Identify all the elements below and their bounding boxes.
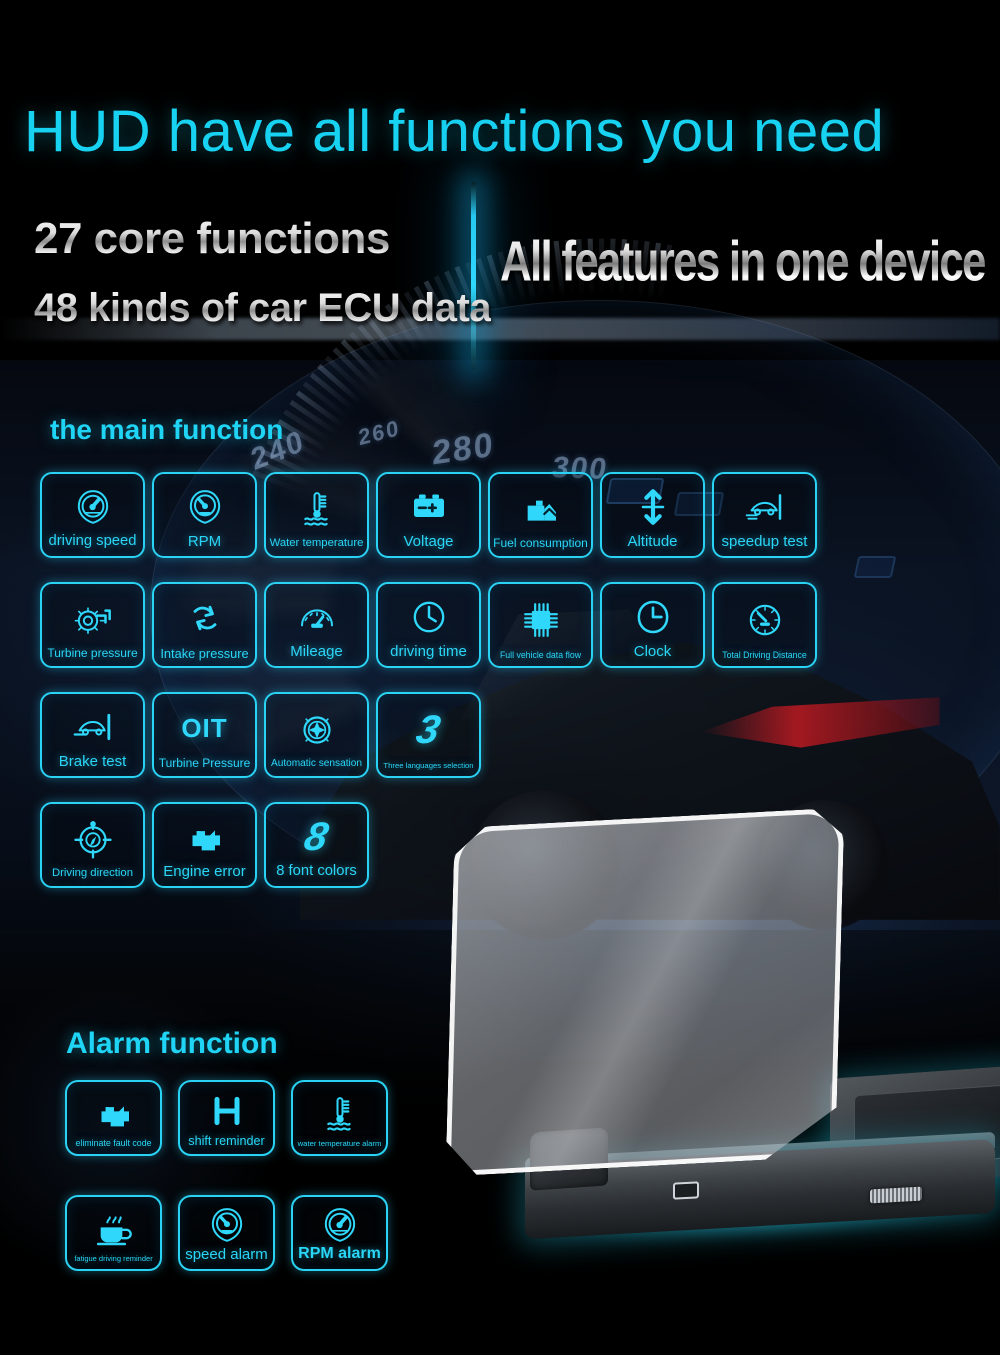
gear-shift-icon <box>180 1082 273 1135</box>
car-accelerate-icon <box>714 474 815 534</box>
subtitle-ecu-data: 48 kinds of car ECU data <box>34 286 492 330</box>
page-title: HUD have all functions you need <box>24 99 885 164</box>
check-engine-icon <box>154 804 255 864</box>
headline-divider <box>471 182 476 370</box>
function-tile-full-vehicle-data-flow[interactable]: Full vehicle data flow <box>488 582 593 668</box>
clock-icon <box>378 584 479 644</box>
function-tile-rpm[interactable]: RPM <box>152 472 257 558</box>
subtitle-core-functions: 27 core functions <box>34 214 390 263</box>
coolant-temp-icon <box>293 1082 386 1140</box>
function-tile-brake-test[interactable]: Brake test <box>40 692 145 778</box>
battery-icon <box>378 474 479 534</box>
function-tile-fuel-consumption[interactable]: Fuel consumption <box>488 472 593 558</box>
function-tile-label: Full vehicle data flow <box>499 649 582 660</box>
alarm-tile-speed-alarm[interactable]: speed alarm <box>178 1195 275 1271</box>
function-tile-altitude[interactable]: Altitude <box>600 472 705 558</box>
function-tile-label: Automatic sensation <box>270 758 363 770</box>
hud-device-image <box>430 800 1000 1248</box>
function-tile-label: driving speed <box>48 533 137 550</box>
alarm-tile-rpm-alarm[interactable]: RPM alarm <box>291 1195 388 1271</box>
function-tile-label: RPM <box>187 533 222 551</box>
function-tile-driving-speed[interactable]: driving speed <box>40 472 145 558</box>
alarm-tile-label: RPM alarm <box>298 1245 381 1263</box>
speedo-glow-block-3 <box>853 556 897 578</box>
coolant-temp-icon <box>266 474 367 538</box>
function-tile-driving-time[interactable]: driving time <box>376 582 481 668</box>
alarm-tile-eliminate-fault-code[interactable]: eliminate fault code <box>65 1080 162 1156</box>
function-tile-label: Brake test <box>58 753 127 771</box>
function-tile-label: Engine error <box>163 863 246 881</box>
function-tile-label: Altitude <box>627 533 678 551</box>
alarm-tile-label: eliminate fault code <box>75 1137 152 1148</box>
function-tile-clock[interactable]: Clock <box>600 582 705 668</box>
turbine-fan-icon <box>266 694 367 759</box>
gauge-dial-icon <box>714 584 815 651</box>
alarm-tile-label: shift reminder <box>188 1133 265 1148</box>
compass-icon <box>42 804 143 868</box>
function-tile-label: Fuel consumption <box>493 536 588 551</box>
coffee-cup-icon <box>67 1197 160 1255</box>
combiner-glass <box>446 807 845 1176</box>
function-tile-label: Voltage <box>403 533 454 551</box>
alarm-function-heading: Alarm function <box>66 1027 278 1060</box>
slogan-all-features: All features in one device <box>500 231 987 294</box>
function-tile-engine-error[interactable]: Engine error <box>152 802 257 888</box>
function-tile-speedup-test[interactable]: speedup test <box>712 472 817 558</box>
turbo-icon <box>42 584 143 647</box>
function-tile-turbine-pressure[interactable]: Turbine pressure <box>40 582 145 668</box>
alarm-tile-fatigue-driving-reminder[interactable]: fatigue driving reminder <box>65 1195 162 1271</box>
fuel-can-icon <box>490 474 591 537</box>
function-tile-label: Turbine Pressure <box>158 756 251 771</box>
speedometer-icon <box>293 1197 386 1246</box>
function-tile-turbine-pressure[interactable]: OIT Turbine Pressure <box>152 692 257 778</box>
tachometer-icon <box>180 1197 273 1247</box>
function-tile-voltage[interactable]: Voltage <box>376 472 481 558</box>
function-tile-automatic-sensation[interactable]: Automatic sensation <box>264 692 369 778</box>
function-tile-intake-pressure[interactable]: Intake pressure <box>152 582 257 668</box>
main-function-heading: the main function <box>50 414 284 445</box>
function-tile-mileage[interactable]: Mileage <box>264 582 369 668</box>
function-tile-label: Clock <box>633 643 672 661</box>
mini-usb-port-icon <box>673 1181 699 1200</box>
function-tile-label: Mileage <box>290 643 343 661</box>
chip-icon <box>490 584 591 651</box>
function-tile-label: speedup test <box>721 533 808 551</box>
adjust-dial-icon <box>870 1186 922 1204</box>
intake-cycle-icon <box>154 584 255 647</box>
function-tile-label: Driving direction <box>52 867 133 880</box>
number-three-icon: 3 <box>412 708 445 753</box>
alarm-tile-shift-reminder[interactable]: shift reminder <box>178 1080 275 1156</box>
number-eight-icon: 8 <box>300 814 333 859</box>
function-tile-label: Intake pressure <box>160 645 249 661</box>
function-tile-three-languages-selection[interactable]: 3 Three languages selection <box>376 692 481 778</box>
oit-text-icon: OIT <box>181 713 228 744</box>
alarm-tile-label: fatigue driving reminder <box>74 1254 153 1264</box>
alarm-tile-label: water temperature alarm <box>297 1138 382 1148</box>
alarm-tile-label: speed alarm <box>185 1246 268 1264</box>
function-tile-label: 8 font colors <box>276 863 357 880</box>
function-tile-8-font-colors[interactable]: 8 8 font colors <box>264 802 369 888</box>
function-tile-total-driving-distance[interactable]: Total Driving Distance <box>712 582 817 668</box>
speedometer-icon <box>42 474 143 534</box>
alarm-tile-water-temperature-alarm[interactable]: water temperature alarm <box>291 1080 388 1156</box>
function-tile-label: Three languages selection <box>383 760 474 770</box>
function-tile-label: Water temperature <box>269 537 364 550</box>
check-engine-icon <box>67 1082 160 1139</box>
function-tile-driving-direction[interactable]: Driving direction <box>40 802 145 888</box>
function-tile-water-temperature[interactable]: Water temperature <box>264 472 369 558</box>
tachometer-icon <box>154 474 255 534</box>
function-tile-label: Total Driving Distance <box>722 649 807 660</box>
wall-clock-icon <box>602 584 703 644</box>
car-brake-icon <box>42 694 143 754</box>
function-tile-label: Turbine pressure <box>47 646 138 661</box>
altitude-arrows-icon <box>602 474 703 534</box>
combiner-glass-sheen <box>446 807 845 1176</box>
function-tile-label: driving time <box>390 643 467 661</box>
odometer-icon <box>266 584 367 644</box>
